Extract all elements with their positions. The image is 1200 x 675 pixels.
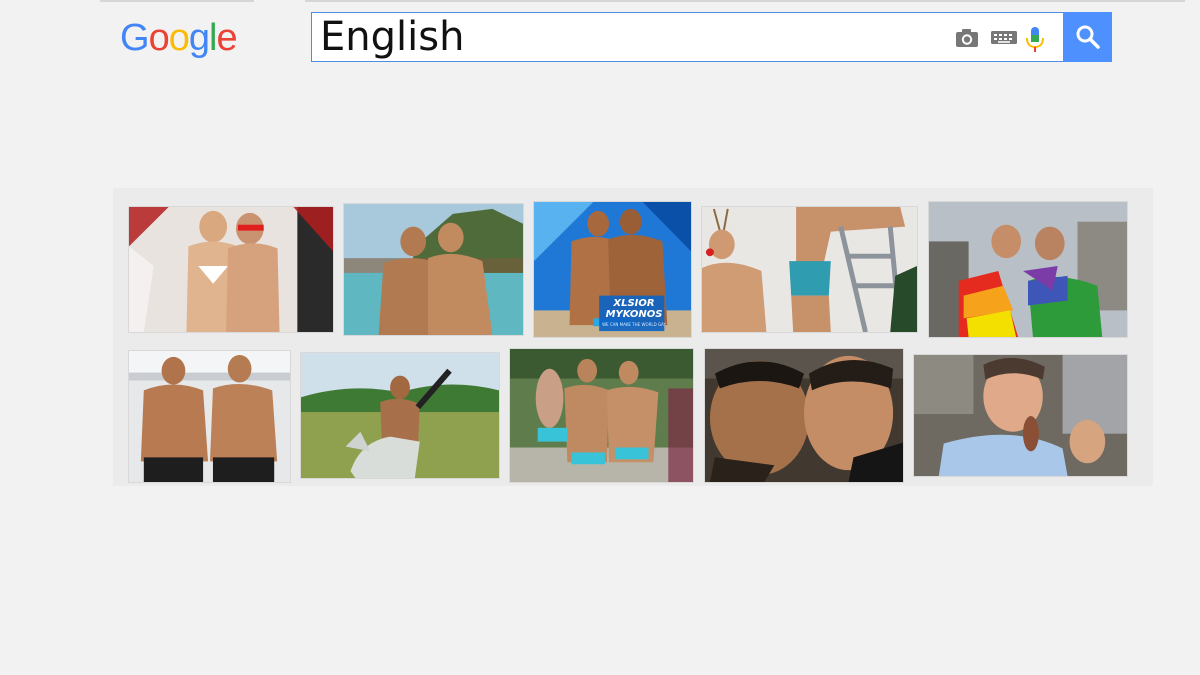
image-result-2[interactable] (343, 203, 524, 336)
logo-letter: o (168, 17, 190, 59)
image-result-4[interactable] (701, 206, 918, 333)
image-badge: XLSIOR MYKONOS (605, 298, 663, 320)
image-badge-subtitle: WE CAN MAKE THE WORLD GAY (602, 322, 666, 327)
microphone-icon[interactable] (1024, 26, 1046, 52)
image-result-7[interactable] (300, 352, 500, 479)
image-result-5[interactable] (928, 201, 1128, 338)
image-result-3[interactable]: XLSIOR MYKONOS WE CAN MAKE THE WORLD GAY (533, 201, 692, 338)
logo-letter: e (216, 17, 237, 59)
search-icon (1076, 25, 1100, 49)
image-result-8[interactable] (509, 348, 694, 483)
logo-letter: G (120, 17, 150, 59)
keyboard-icon[interactable] (990, 28, 1018, 52)
search-input[interactable] (320, 13, 940, 61)
top-divider-right (305, 0, 1185, 2)
image-result-9[interactable] (704, 348, 904, 483)
google-logo[interactable]: Google (120, 16, 238, 60)
logo-letter: o (148, 17, 170, 59)
search-button[interactable] (1063, 12, 1112, 62)
image-result-1[interactable] (128, 206, 334, 333)
image-result-10[interactable] (913, 354, 1128, 477)
logo-letter: g (188, 17, 210, 59)
logo-letter: l (208, 17, 218, 59)
camera-icon[interactable] (954, 26, 980, 50)
image-result-6[interactable] (128, 350, 291, 483)
search-bar (311, 12, 1112, 62)
top-divider-left (100, 0, 254, 2)
